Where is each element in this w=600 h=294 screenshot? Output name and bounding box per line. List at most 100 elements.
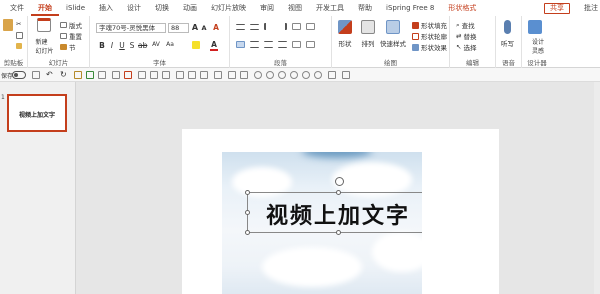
font-color-qat-icon[interactable]	[124, 71, 132, 79]
align-top-qat-icon[interactable]	[176, 71, 184, 79]
tab-slideshow[interactable]: 幻灯片放映	[204, 0, 253, 16]
shape-fill-button[interactable]: 形状填充	[412, 20, 447, 30]
shape-effects-button[interactable]: 形状效果	[412, 42, 447, 52]
tab-shape-format[interactable]: 形状格式	[441, 0, 483, 16]
fragment-icon[interactable]	[290, 71, 298, 79]
resize-handle[interactable]	[336, 190, 341, 195]
tab-review[interactable]: 审阅	[253, 0, 281, 16]
shape-outline-button[interactable]: 形状轮廓	[412, 31, 447, 41]
comment-button[interactable]: 批注	[584, 3, 598, 13]
design-ideas-button[interactable]	[528, 20, 542, 36]
underline-button[interactable]: U	[118, 41, 126, 50]
tab-insert[interactable]: 插入	[92, 0, 120, 16]
redo-icon[interactable]: ↻	[60, 70, 67, 79]
highlight-button[interactable]	[192, 41, 200, 49]
numbering-icon[interactable]	[250, 23, 259, 30]
cloud-background-image[interactable]: 视频上加文字	[222, 152, 422, 294]
align-left-icon[interactable]	[236, 41, 245, 48]
tab-developer[interactable]: 开发工具	[309, 0, 351, 16]
resize-handle[interactable]	[245, 190, 250, 195]
dictate-button[interactable]: 听写	[501, 20, 514, 48]
resize-handle[interactable]	[245, 230, 250, 235]
subtract-icon[interactable]	[314, 71, 322, 79]
distribute-qat-icon[interactable]	[214, 71, 222, 79]
justify-icon[interactable]	[278, 41, 287, 48]
group-qat-icon[interactable]	[228, 71, 236, 79]
clear-format-button[interactable]: A	[212, 23, 220, 32]
resize-handle[interactable]	[336, 230, 341, 235]
reset-button[interactable]: 重置	[60, 31, 82, 41]
quick-styles-button[interactable]: 快速样式	[380, 20, 406, 48]
combine-icon[interactable]	[278, 71, 286, 79]
tab-view[interactable]: 视图	[281, 0, 309, 16]
share-button[interactable]: 共享	[544, 3, 570, 14]
line-spacing-icon[interactable]	[292, 23, 301, 30]
tab-animations[interactable]: 动画	[176, 0, 204, 16]
intersect-icon[interactable]	[302, 71, 310, 79]
align-center-icon[interactable]	[250, 41, 259, 48]
rotate-handle[interactable]	[335, 177, 344, 186]
find-button[interactable]: ⌕ 查找	[456, 20, 475, 31]
align-center-qat-icon[interactable]	[150, 71, 158, 79]
resize-handle[interactable]	[245, 210, 250, 215]
vertical-scrollbar[interactable]	[594, 82, 600, 294]
font-size-combo[interactable]: 88	[168, 23, 189, 33]
shapes-qat-icon[interactable]	[98, 71, 106, 79]
text-box-icon[interactable]	[112, 71, 120, 79]
align-bottom-qat-icon[interactable]	[200, 71, 208, 79]
columns-icon[interactable]	[292, 41, 301, 48]
shadow-button[interactable]: S	[128, 41, 136, 50]
shape-button[interactable]: 形状	[338, 20, 352, 48]
union-icon[interactable]	[266, 71, 274, 79]
paste-button[interactable]	[3, 19, 13, 31]
slides-group: 新建 幻灯片 版式 重置 节 幻灯片	[28, 16, 90, 68]
bold-button[interactable]: B	[98, 41, 106, 50]
undo-icon[interactable]: ↶	[46, 70, 53, 79]
increase-indent-icon[interactable]	[278, 23, 287, 30]
select-button[interactable]: ↖ 选择	[456, 42, 476, 52]
ungroup-qat-icon[interactable]	[240, 71, 248, 79]
tab-transitions[interactable]: 切换	[148, 0, 176, 16]
align-right-icon[interactable]	[264, 41, 273, 48]
replace-button[interactable]: ⇄ 替换	[456, 31, 476, 41]
shrink-font-button[interactable]: A	[200, 24, 208, 32]
tab-design[interactable]: 设计	[120, 0, 148, 16]
align-middle-qat-icon[interactable]	[188, 71, 196, 79]
section-button[interactable]: 节	[60, 42, 76, 52]
copy-button[interactable]	[16, 32, 23, 39]
char-spacing-button[interactable]: AV	[152, 41, 160, 48]
bullets-icon[interactable]	[236, 23, 245, 30]
tab-ispring[interactable]: iSpring Free 8	[379, 0, 441, 16]
more-qat-icon[interactable]	[342, 71, 350, 79]
font-name-combo[interactable]: 字魂70号-灵悦黑体	[96, 23, 166, 33]
autosave-toggle[interactable]	[12, 71, 26, 79]
tab-help[interactable]: 帮助	[351, 0, 379, 16]
slide-thumbnail-1[interactable]: 视频上加文字	[7, 94, 67, 132]
slide[interactable]: 视频上加文字	[182, 129, 499, 294]
align-right-qat-icon[interactable]	[162, 71, 170, 79]
arrange-button[interactable]: 排列	[361, 20, 375, 48]
italic-button[interactable]: I	[108, 41, 116, 50]
text-direction-icon[interactable]	[306, 23, 315, 30]
decrease-indent-icon[interactable]	[264, 23, 273, 30]
cut-button[interactable]: ✂	[16, 20, 21, 28]
new-slide-button[interactable]	[34, 18, 54, 34]
strikethrough-button[interactable]: ab	[138, 41, 147, 50]
change-case-button[interactable]: Aa	[166, 41, 174, 48]
crop-icon[interactable]	[328, 71, 336, 79]
tab-home[interactable]: 开始	[31, 0, 59, 16]
picture-icon[interactable]	[74, 71, 82, 79]
title-text-box[interactable]: 视频上加文字	[245, 177, 422, 235]
merge-shapes-icon[interactable]	[254, 71, 262, 79]
tab-islide[interactable]: iSlide	[59, 0, 92, 16]
grow-font-button[interactable]: A	[191, 23, 199, 32]
slide-title[interactable]: 视频上加文字	[248, 198, 422, 230]
save-icon[interactable]	[32, 71, 40, 79]
align-left-qat-icon[interactable]	[138, 71, 146, 79]
tab-file[interactable]: 文件	[3, 0, 31, 16]
table-icon[interactable]	[86, 71, 94, 79]
format-painter-button[interactable]	[16, 43, 22, 49]
layout-button[interactable]: 版式	[60, 20, 82, 30]
font-color-button[interactable]: A	[210, 40, 218, 51]
align-text-icon[interactable]	[306, 41, 315, 48]
